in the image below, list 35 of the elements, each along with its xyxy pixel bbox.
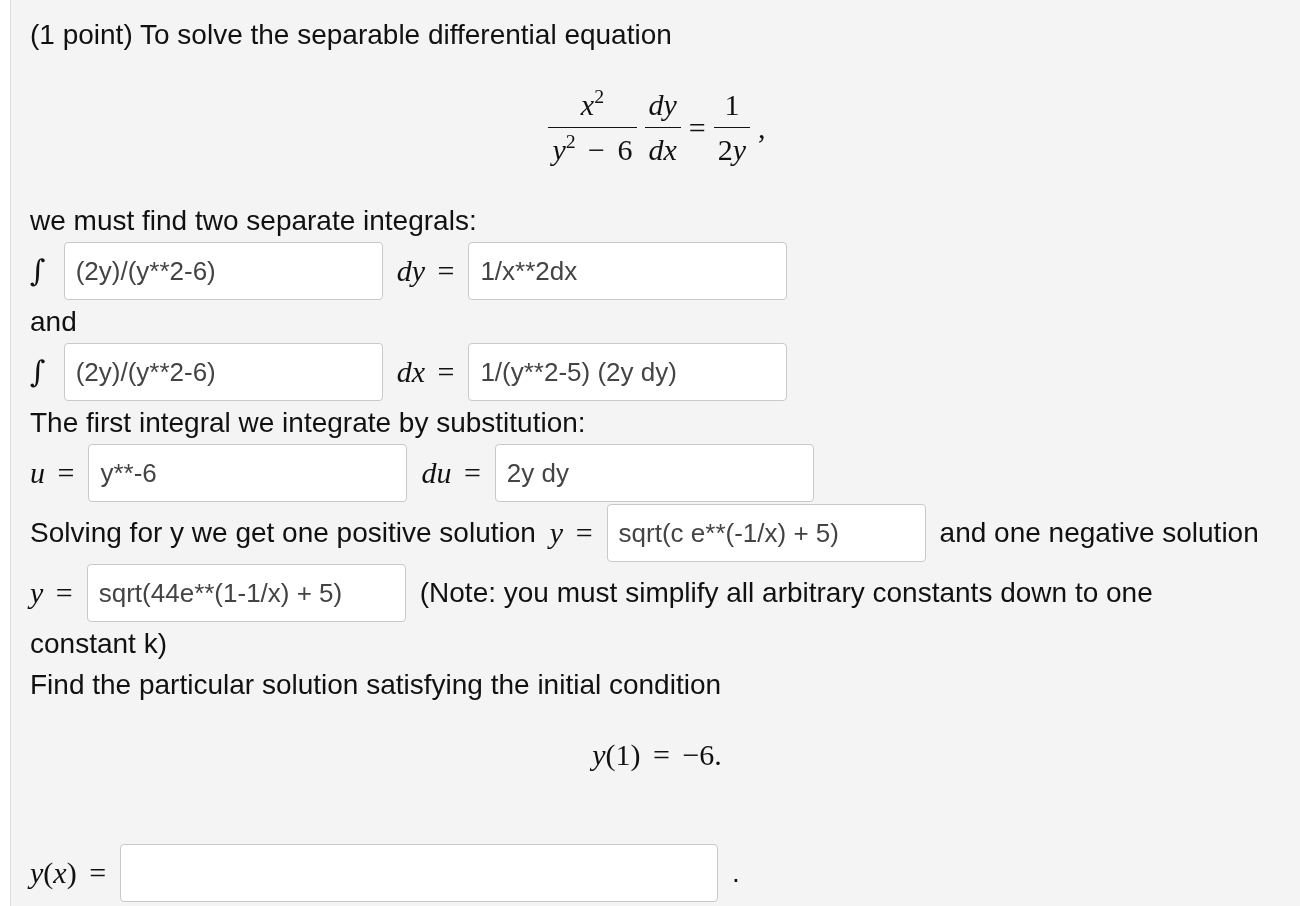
answer-field[interactable]: sqrt(c e**(-1/x) + 5) [606, 504, 926, 562]
fraction-numerator: 1 [723, 88, 741, 123]
math-label: dx = [396, 355, 455, 389]
math-text: , [758, 110, 766, 145]
problem-text: (Note: you must simplify all arbitrary constants down to one [419, 577, 1153, 609]
problem-text: Solving for y we get one positive solution [30, 517, 536, 549]
problem-text: (1 point) To solve the separable differential equation [30, 18, 672, 51]
fraction-denominator: y$^{2}$ − 6 [548, 127, 637, 167]
fraction-denominator: 2y [713, 127, 751, 167]
problem-text: Find the particular solution satisfying the initial condition [30, 668, 722, 701]
answer-field[interactable]: sqrt(44e**(1-1/x) + 5) [86, 564, 406, 622]
problem-text: and one negative solution [939, 517, 1259, 549]
math-label: du = [421, 456, 481, 490]
math-label: y = [549, 516, 593, 550]
answer-field[interactable]: (2y)/(y**2-6) [63, 343, 383, 401]
integral-sign: ∫ [30, 253, 46, 289]
problem-text: The first integral we integrate by substitution: [30, 406, 586, 439]
math-text: = [688, 110, 706, 145]
math-label: dy = [396, 254, 455, 288]
problem-text: constant k) [30, 627, 167, 660]
integral-sign: ∫ [30, 354, 46, 390]
fraction-denominator: dx [644, 127, 681, 167]
problem-text: . [732, 857, 740, 889]
answer-field[interactable]: (2y)/(y**2-6) [63, 242, 383, 300]
problem-text: we must find two separate integrals: [30, 204, 477, 237]
answer-field[interactable] [120, 844, 719, 902]
answer-field[interactable]: 1/x**2dx [468, 242, 788, 300]
math-label: u = [30, 456, 75, 490]
math-text: y(1) = −6. [592, 738, 722, 772]
fraction-numerator: dy [647, 88, 678, 123]
fraction-numerator: x$^{2}$ [579, 88, 606, 123]
answer-field[interactable]: 1/(y**2-5) (2y dy) [468, 343, 788, 401]
answer-field[interactable]: 2y dy [494, 444, 814, 502]
problem-text: and [30, 305, 77, 338]
answer-field[interactable]: y**-6 [88, 444, 408, 502]
